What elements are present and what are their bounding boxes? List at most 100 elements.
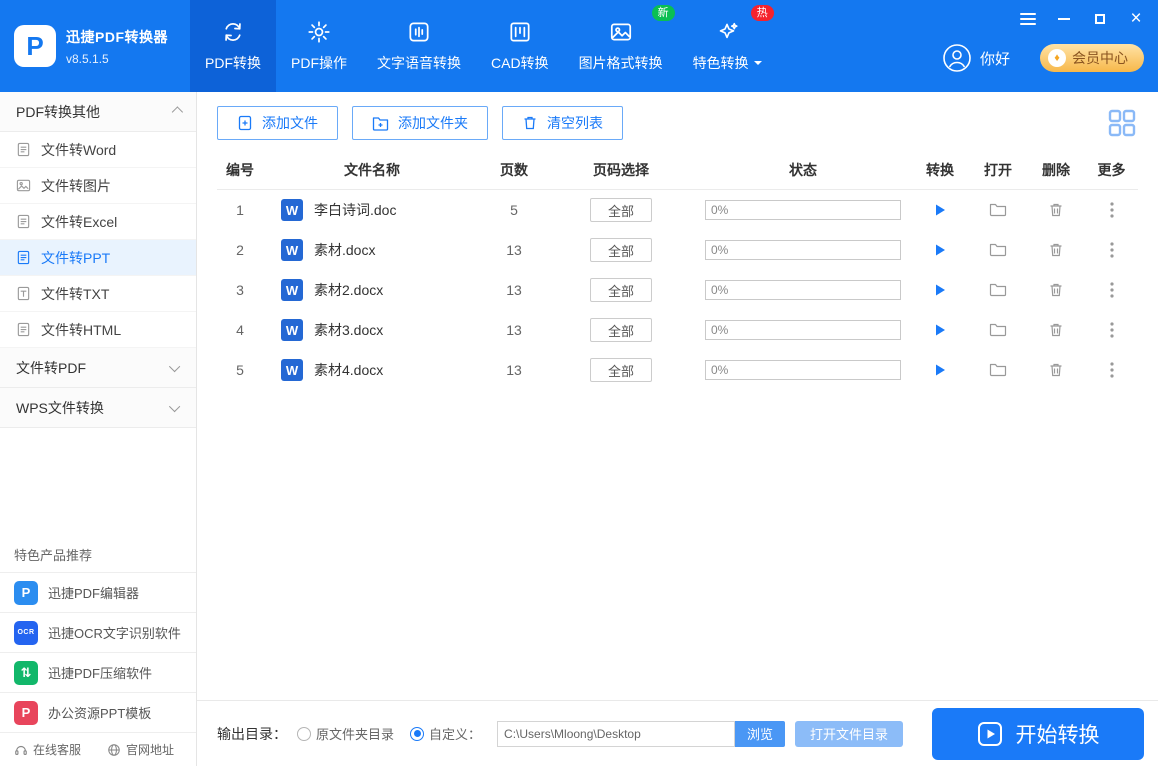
tab-pdf-operate[interactable]: PDF操作 bbox=[276, 0, 362, 92]
headset-icon bbox=[15, 745, 27, 755]
delete-button[interactable] bbox=[1027, 350, 1085, 390]
add-folder-label: 添加文件夹 bbox=[398, 115, 468, 131]
sidebar-item-pdf-to-ppt[interactable]: 文件转PPT bbox=[0, 240, 196, 276]
file-name: 素材2.docx bbox=[314, 282, 384, 298]
delete-button[interactable] bbox=[1027, 270, 1085, 310]
sidebar-section-file-to-pdf[interactable]: 文件转PDF bbox=[0, 348, 196, 388]
output-path-input[interactable] bbox=[497, 720, 736, 747]
page-range-button[interactable]: 全部 bbox=[590, 358, 652, 382]
recommend-item-label: 迅捷OCR文字识别软件 bbox=[48, 626, 181, 641]
recommend-item-ppt-template[interactable]: P 办公资源PPT模板 bbox=[0, 692, 196, 732]
vertical-dots-icon bbox=[1109, 362, 1114, 378]
sidebar-item-pdf-to-word[interactable]: 文件转Word bbox=[0, 132, 196, 168]
open-folder-button[interactable] bbox=[969, 270, 1027, 310]
table-row: 4 W 素材3.docx 13 全部 0% bbox=[217, 310, 1138, 350]
radio-unchecked-icon[interactable] bbox=[297, 726, 311, 741]
start-convert-label: 开始转换 bbox=[1015, 723, 1100, 747]
open-folder-button[interactable] bbox=[969, 350, 1027, 390]
tab-label: 文字语音转换 bbox=[377, 55, 461, 71]
radio-custom-folder[interactable]: 自定义： bbox=[410, 724, 481, 743]
recommend-item-pdf-compress[interactable]: ⇅ 迅捷PDF压缩软件 bbox=[0, 652, 196, 692]
body: PDF转换其他 文件转Word 文件转图片 文件转Excel 文件转PPT 文件… bbox=[0, 92, 1158, 766]
tab-pdf-convert[interactable]: PDF转换 bbox=[190, 0, 276, 92]
voice-bars-icon bbox=[409, 22, 429, 42]
vip-center-button[interactable]: ♦ 会员中心 bbox=[1040, 44, 1144, 72]
convert-play-button[interactable] bbox=[911, 270, 969, 310]
add-file-button[interactable]: 添加文件 bbox=[217, 106, 338, 140]
sidebar-item-pdf-to-image[interactable]: 文件转图片 bbox=[0, 168, 196, 204]
page-range-button[interactable]: 全部 bbox=[590, 198, 652, 222]
radio-original-folder[interactable]: 原文件夹目录 bbox=[297, 724, 394, 743]
delete-button[interactable] bbox=[1027, 190, 1085, 230]
app-title: 迅捷PDF转换器 bbox=[66, 28, 168, 45]
open-folder-button[interactable] bbox=[969, 230, 1027, 270]
page-range-button[interactable]: 全部 bbox=[590, 318, 652, 342]
clear-list-button[interactable]: 清空列表 bbox=[502, 106, 623, 140]
sidebar-item-label: 文件转Word bbox=[41, 141, 117, 158]
app-version: v8.5.1.5 bbox=[66, 51, 109, 66]
sidebar-section-pdf-convert-other[interactable]: PDF转换其他 bbox=[0, 92, 196, 132]
menu-icon[interactable] bbox=[1020, 11, 1036, 27]
sidebar-item-pdf-to-txt[interactable]: 文件转TXT bbox=[0, 276, 196, 312]
recommend-item-pdf-editor[interactable]: P 迅捷PDF编辑器 bbox=[0, 572, 196, 612]
add-folder-button[interactable]: 添加文件夹 bbox=[352, 106, 488, 140]
page-count: 13 bbox=[506, 282, 522, 298]
row-number: 1 bbox=[236, 202, 244, 218]
col-header: 编号 bbox=[226, 161, 254, 178]
official-site-link[interactable]: 官网地址 bbox=[107, 741, 174, 758]
more-options-button[interactable] bbox=[1085, 310, 1138, 350]
page-count: 13 bbox=[506, 242, 522, 258]
convert-play-button[interactable] bbox=[911, 190, 969, 230]
app-logo-icon: P bbox=[14, 25, 56, 67]
tab-image-format-convert[interactable]: 新 图片格式转换 bbox=[564, 0, 678, 92]
sidebar-item-pdf-to-html[interactable]: 文件转HTML bbox=[0, 312, 196, 348]
convert-play-button[interactable] bbox=[911, 310, 969, 350]
start-convert-button[interactable]: 开始转换 bbox=[932, 707, 1144, 760]
open-folder-button[interactable] bbox=[969, 190, 1027, 230]
app-meta: 迅捷PDF转换器 v8.5.1.5 bbox=[66, 27, 168, 66]
page-range-button[interactable]: 全部 bbox=[590, 278, 652, 302]
trash-icon bbox=[1050, 203, 1062, 217]
col-header: 删除 bbox=[1042, 161, 1070, 178]
main-nav: PDF转换 PDF操作 文字语音转换 CAD转换 新 图片格式转换 热 特色转换 bbox=[190, 0, 777, 92]
page-range-button[interactable]: 全部 bbox=[590, 238, 652, 262]
word-file-icon: W bbox=[281, 199, 303, 221]
more-options-button[interactable] bbox=[1085, 270, 1138, 310]
section-label: 文件转PDF bbox=[16, 359, 86, 376]
more-options-button[interactable] bbox=[1085, 350, 1138, 390]
recommend-item-label: 迅捷PDF压缩软件 bbox=[48, 666, 153, 681]
more-options-button[interactable] bbox=[1085, 190, 1138, 230]
sidebar-footer: 在线客服 官网地址 bbox=[0, 732, 196, 766]
chevron-down-icon bbox=[168, 360, 181, 372]
row-number: 3 bbox=[236, 282, 244, 298]
tab-cad-convert[interactable]: CAD转换 bbox=[476, 0, 564, 92]
grid-view-icon[interactable] bbox=[1106, 107, 1138, 139]
folder-icon bbox=[989, 363, 1007, 377]
open-folder-button[interactable] bbox=[969, 310, 1027, 350]
radio-checked-icon[interactable] bbox=[410, 726, 425, 741]
file-icon bbox=[17, 214, 30, 229]
row-number: 4 bbox=[236, 322, 244, 338]
tab-text-voice-convert[interactable]: 文字语音转换 bbox=[362, 0, 476, 92]
file-name: 素材.docx bbox=[314, 242, 376, 258]
minimize-button[interactable] bbox=[1056, 11, 1072, 27]
convert-play-button[interactable] bbox=[911, 230, 969, 270]
convert-play-button[interactable] bbox=[911, 350, 969, 390]
online-service-link[interactable]: 在线客服 bbox=[14, 741, 81, 758]
recommend-item-label: 迅捷PDF编辑器 bbox=[48, 586, 140, 601]
maximize-button[interactable] bbox=[1092, 11, 1108, 27]
delete-button[interactable] bbox=[1027, 230, 1085, 270]
recommend-item-ocr[interactable]: OCR 迅捷OCR文字识别软件 bbox=[0, 612, 196, 652]
sidebar-item-label: 文件转PPT bbox=[41, 249, 111, 266]
close-button[interactable]: × bbox=[1128, 9, 1144, 28]
browse-button[interactable]: 浏览 bbox=[735, 720, 786, 747]
tab-special-convert[interactable]: 热 特色转换 bbox=[678, 0, 777, 92]
avatar-icon[interactable] bbox=[942, 43, 972, 73]
delete-button[interactable] bbox=[1027, 310, 1085, 350]
more-options-button[interactable] bbox=[1085, 230, 1138, 270]
output-bar: 输出目录： 原文件夹目录 自定义： 浏览 打开文件目录 开始转换 bbox=[197, 700, 1158, 766]
sidebar-section-wps-convert[interactable]: WPS文件转换 bbox=[0, 388, 196, 428]
sidebar-item-pdf-to-excel[interactable]: 文件转Excel bbox=[0, 204, 196, 240]
online-service-label: 在线客服 bbox=[33, 743, 82, 757]
open-output-dir-button[interactable]: 打开文件目录 bbox=[795, 720, 904, 747]
